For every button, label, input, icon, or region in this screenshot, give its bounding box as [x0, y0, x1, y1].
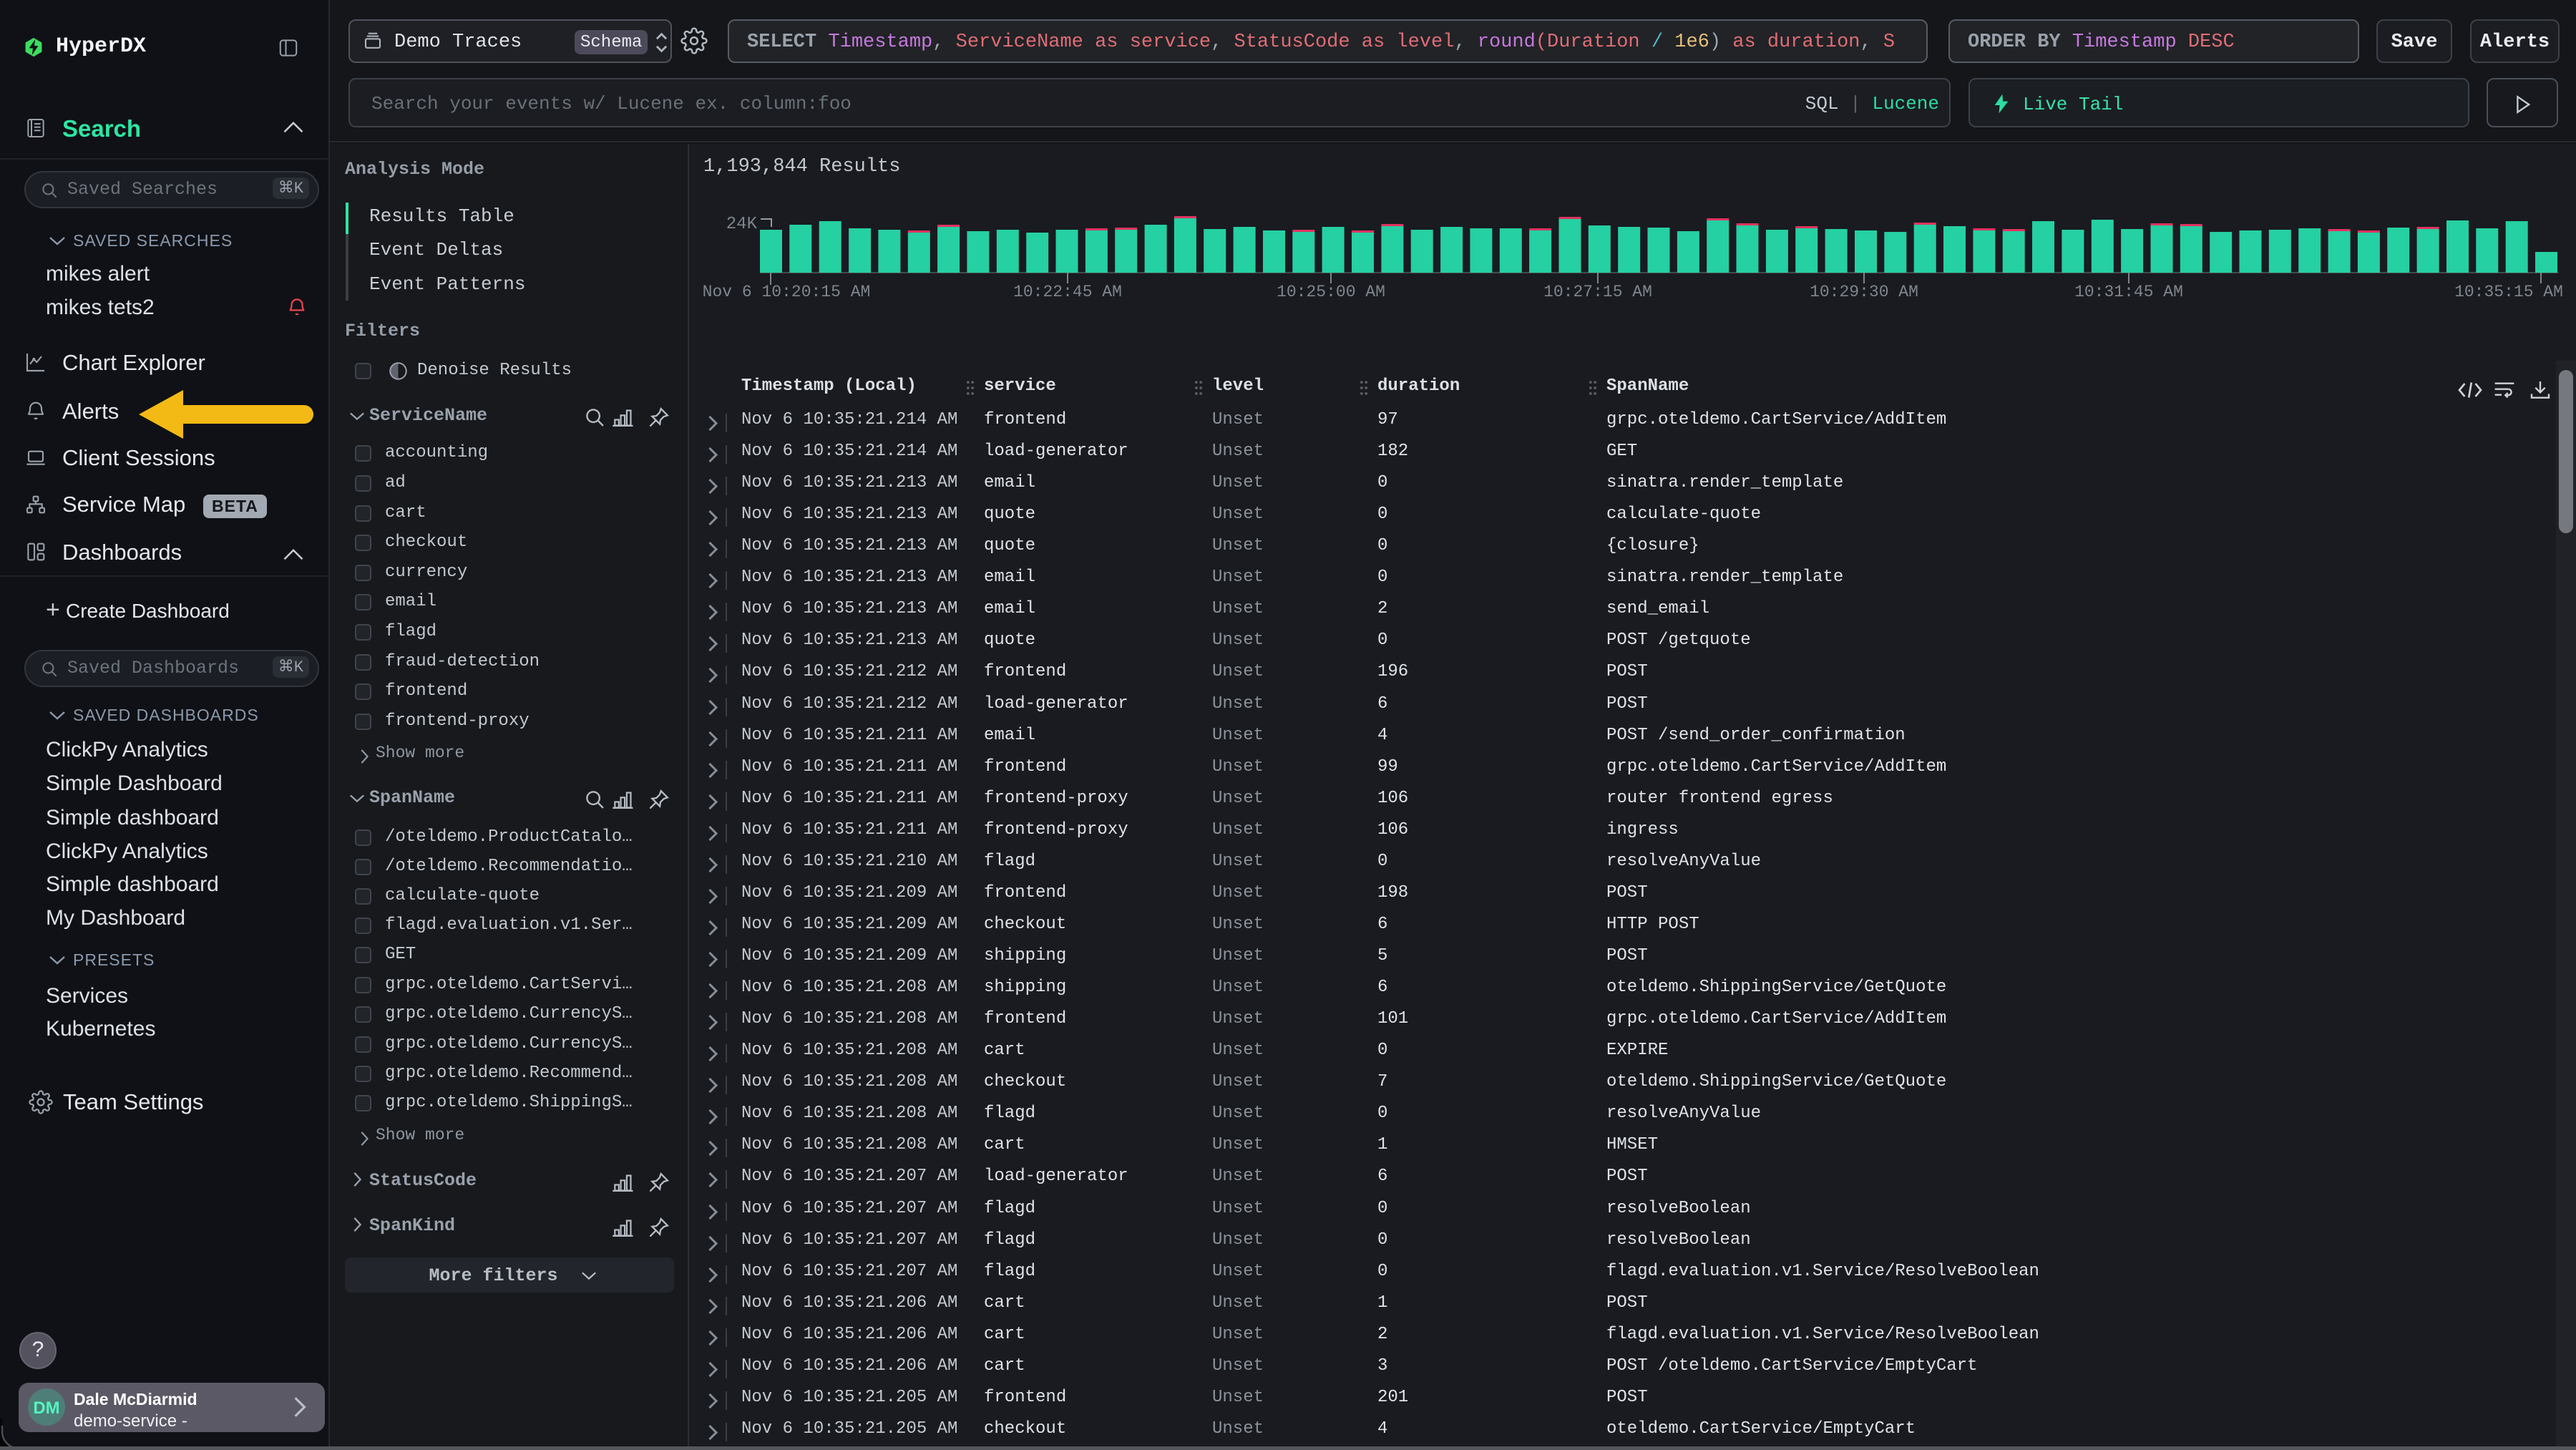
svg-text:10:29:30 AM: 10:29:30 AM	[1810, 283, 1918, 301]
svg-text:10:35:15 AM: 10:35:15 AM	[2454, 283, 2563, 301]
svg-text:24K: 24K	[726, 215, 758, 234]
svg-text:10:31:45 AM: 10:31:45 AM	[2074, 283, 2183, 301]
svg-text:10:27:15 AM: 10:27:15 AM	[1543, 283, 1652, 301]
svg-text:10:25:00 AM: 10:25:00 AM	[1277, 283, 1385, 301]
svg-text:Nov 6 10:20:15 AM: Nov 6 10:20:15 AM	[703, 283, 871, 301]
svg-text:10:22:45 AM: 10:22:45 AM	[1013, 283, 1122, 301]
